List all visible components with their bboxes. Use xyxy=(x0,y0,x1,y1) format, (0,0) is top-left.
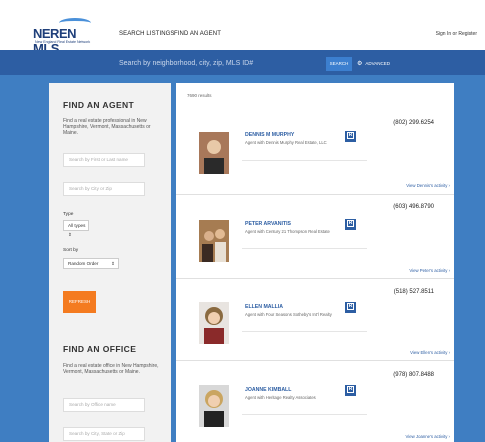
advanced-search-link[interactable]: ⚙ ADVANCED xyxy=(357,60,390,67)
signin-link[interactable]: Sign In or Register xyxy=(436,31,477,37)
agent-card: (518) 527.8511 ELLEN MALLIA Agent with F… xyxy=(176,283,454,373)
card-separator xyxy=(176,278,454,279)
agent-photo[interactable] xyxy=(199,132,229,174)
realtor-logo-icon: R xyxy=(345,302,356,313)
logo-subtitle: New England Real Estate Network xyxy=(35,40,91,44)
find-agent-description: Find a real estate professional in New H… xyxy=(63,118,151,136)
agent-activity-link[interactable]: View Ellen's activity › xyxy=(410,350,450,355)
refresh-button[interactable]: REFRESH xyxy=(63,291,96,313)
agent-city-input[interactable]: Search by City or Zip xyxy=(63,182,145,196)
nav-find-an-agent[interactable]: FIND AN AGENT xyxy=(174,31,221,37)
agent-phone[interactable]: (978) 807.8488 xyxy=(393,372,434,378)
agent-name[interactable]: ELLEN MALLIA xyxy=(245,304,283,310)
agent-photo[interactable] xyxy=(199,302,229,344)
agent-phone[interactable]: (518) 527.8511 xyxy=(394,289,434,295)
search-input[interactable]: Search by neighborhood, city, zip, MLS I… xyxy=(85,57,325,71)
agent-agency: Agent with Heritage Realty Associates xyxy=(245,395,316,400)
agent-activity-link[interactable]: View Dennis's activity › xyxy=(406,183,450,188)
agent-name-input[interactable]: Search by First or Last name xyxy=(63,153,145,167)
agent-photo[interactable] xyxy=(199,385,229,427)
divider xyxy=(242,331,367,332)
search-button[interactable]: SEARCH xyxy=(326,57,352,71)
agent-card: (802) 299.6254 DENNIS M MURPHY Agent wit… xyxy=(176,110,454,200)
results-count: 7690 results xyxy=(187,93,212,98)
find-office-title: FIND AN OFFICE xyxy=(63,344,137,354)
agent-name[interactable]: PETER ARVANITIS xyxy=(245,221,291,227)
agent-activity-link[interactable]: View Joanne's activity › xyxy=(406,434,450,439)
agent-card: (603) 496.8790 PETER ARVANITIS Agent wit… xyxy=(176,200,454,290)
office-name-input[interactable]: Search by Office name xyxy=(63,398,145,412)
agent-phone[interactable]: (802) 299.6254 xyxy=(393,120,434,126)
top-navbar: NEREN MLS New England Real Estate Networ… xyxy=(0,0,485,56)
neren-logo[interactable]: NEREN MLS New England Real Estate Networ… xyxy=(33,18,104,56)
divider xyxy=(242,160,367,161)
agent-card: (978) 807.8488 JOANNE KIMBALL Agent with… xyxy=(176,366,454,442)
select-arrows-icon: ⇕ xyxy=(68,232,72,237)
agent-phone[interactable]: (603) 496.8790 xyxy=(393,204,434,210)
realtor-logo-icon: R xyxy=(345,385,356,396)
card-separator xyxy=(176,194,454,195)
type-label: Type xyxy=(63,212,74,217)
agent-agency: Agent with Century 21 Thompson Real Esta… xyxy=(245,229,330,234)
type-select[interactable]: All types ⇕ xyxy=(63,220,89,237)
agent-activity-link[interactable]: View Peter's activity › xyxy=(409,268,450,273)
agent-name[interactable]: DENNIS M MURPHY xyxy=(245,132,294,138)
agent-agency: Agent with Four Seasons Sotheby's Int'l … xyxy=(245,312,332,317)
advanced-label: ADVANCED xyxy=(365,61,391,66)
sort-select[interactable]: Random Order ⇕ xyxy=(63,258,119,269)
realtor-logo-icon: R xyxy=(345,219,356,230)
agent-name[interactable]: JOANNE KIMBALL xyxy=(245,387,291,393)
office-city-input[interactable]: Search by City, State or Zip xyxy=(63,427,145,441)
select-arrows-icon: ⇕ xyxy=(111,261,115,266)
nav-search-listings[interactable]: SEARCH LISTINGS xyxy=(119,31,175,37)
sort-select-value: Random Order xyxy=(68,261,99,266)
sort-label: Sort by xyxy=(63,248,79,253)
divider xyxy=(242,414,367,415)
gear-icon: ⚙ xyxy=(357,61,363,67)
find-office-description: Find a real estate office in New Hampshi… xyxy=(63,363,159,375)
agent-photo[interactable] xyxy=(199,220,229,262)
realtor-logo-icon: R xyxy=(345,131,356,142)
agent-agency: Agent with Dennis Murphy Real Estate, LL… xyxy=(245,140,327,145)
find-agent-title: FIND AN AGENT xyxy=(63,100,135,110)
divider xyxy=(242,248,367,249)
card-separator xyxy=(176,360,454,361)
type-select-value: All types xyxy=(68,223,86,228)
